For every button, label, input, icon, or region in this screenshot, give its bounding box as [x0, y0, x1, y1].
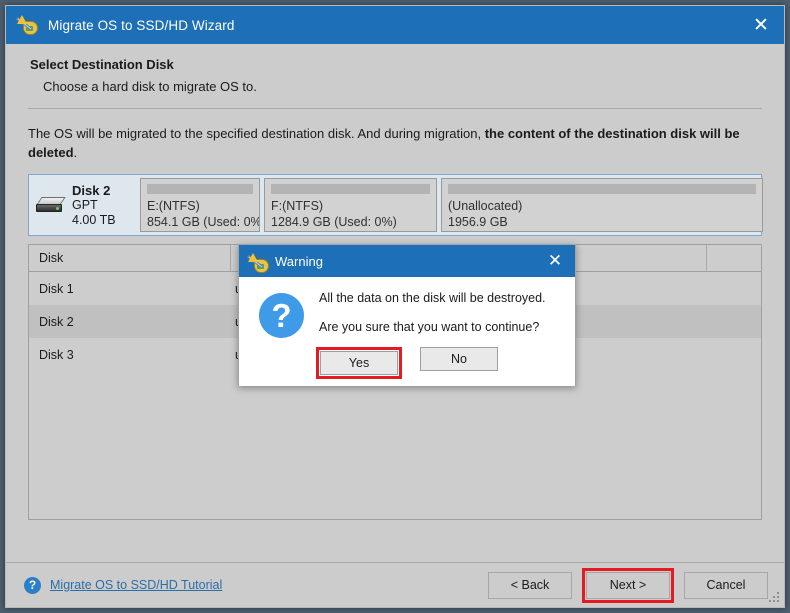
header-divider: [28, 108, 762, 109]
partition-usage-bar: [147, 184, 253, 194]
intro-text-plain: The OS will be migrated to the specified…: [28, 126, 485, 141]
wizard-wand-icon: [16, 14, 39, 36]
partition-label-2: (Unallocated): [448, 199, 523, 213]
warning-dialog-title-bar: Warning ✕: [239, 245, 575, 277]
disk-preview-capacity: 4.00 TB: [72, 212, 116, 227]
partition-usage-bar: [448, 184, 756, 194]
warning-dialog-title: Warning: [275, 253, 323, 269]
intro-text-end: .: [73, 145, 78, 160]
page-subtitle: Choose a hard disk to migrate OS to.: [43, 79, 257, 94]
column-header-disk[interactable]: Disk: [29, 245, 232, 271]
question-mark-icon[interactable]: ?: [24, 576, 41, 594]
resize-grip-icon[interactable]: [769, 592, 780, 603]
row-disk-name: Disk 2: [39, 314, 74, 329]
disk-preview-identity: Disk 2 GPT 4.00 TB: [32, 178, 140, 232]
question-mark-icon: ?: [259, 293, 304, 338]
close-icon[interactable]: ✕: [535, 245, 575, 277]
warning-message-line2: Are you sure that you want to continue?: [319, 320, 540, 334]
page-title: Select Destination Disk: [30, 57, 174, 72]
row-disk-name: Disk 3: [39, 347, 74, 362]
no-button[interactable]: No: [420, 347, 498, 371]
next-button-highlight: Next >: [582, 567, 674, 603]
column-header-extra[interactable]: [706, 245, 761, 271]
partition-block-2[interactable]: (Unallocated) 1956.9 GB: [441, 178, 763, 232]
disk-preview-style: GPT: [72, 197, 98, 212]
intro-text: The OS will be migrated to the specified…: [28, 124, 768, 162]
partition-block-1[interactable]: F:(NTFS) 1284.9 GB (Used: 0%): [264, 178, 437, 232]
warning-message-line1: All the data on the disk will be destroy…: [319, 291, 546, 305]
disk-preview-name: Disk 2: [72, 182, 111, 198]
partition-label-0: E:(NTFS): [147, 199, 200, 213]
partition-size-2: 1956.9 GB: [448, 215, 508, 229]
row-disk-name: Disk 1: [39, 281, 74, 296]
warning-dialog-buttons: Yes No: [239, 347, 575, 379]
window-title: Migrate OS to SSD/HD Wizard: [48, 17, 235, 33]
partition-usage-bar: [271, 184, 430, 194]
partition-size-1: 1284.9 GB (Used: 0%): [271, 215, 397, 229]
hard-disk-icon: [36, 197, 66, 213]
next-button[interactable]: Next >: [586, 571, 670, 599]
title-bar: Migrate OS to SSD/HD Wizard ✕: [6, 6, 784, 44]
wizard-window: Migrate OS to SSD/HD Wizard ✕ Select Des…: [5, 5, 785, 608]
cancel-button[interactable]: Cancel: [684, 571, 768, 599]
footer-bar: ? Migrate OS to SSD/HD Tutorial < Back N…: [6, 563, 784, 607]
back-button[interactable]: < Back: [488, 571, 572, 599]
partition-block-0[interactable]: E:(NTFS) 854.1 GB (Used: 0%): [140, 178, 260, 232]
warning-dialog-body: ? All the data on the disk will be destr…: [239, 277, 575, 386]
warning-dialog: Warning ✕ ? All the data on the disk wil…: [238, 244, 576, 386]
yes-button-highlight: Yes: [316, 347, 402, 379]
yes-button[interactable]: Yes: [320, 351, 398, 375]
page-header: Select Destination Disk Choose a hard di…: [6, 44, 784, 94]
tutorial-link[interactable]: Migrate OS to SSD/HD Tutorial: [50, 578, 222, 592]
partition-label-1: F:(NTFS): [271, 199, 324, 213]
partition-size-0: 854.1 GB (Used: 0%): [147, 215, 260, 229]
wizard-wand-icon: [247, 252, 269, 273]
close-icon[interactable]: ✕: [738, 6, 784, 44]
disk-preview-strip[interactable]: Disk 2 GPT 4.00 TB E:(NTFS) 854.1 GB (Us…: [28, 174, 763, 236]
